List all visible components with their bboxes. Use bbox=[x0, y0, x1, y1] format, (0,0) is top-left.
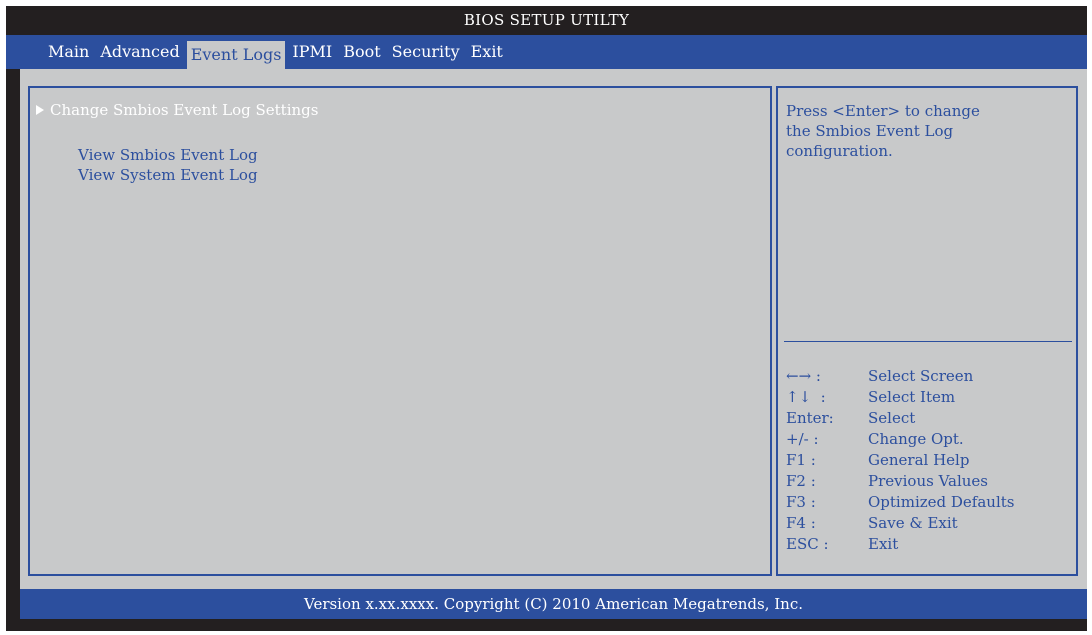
key-name: ↑↓ : bbox=[786, 388, 826, 406]
help-line: configuration. bbox=[786, 142, 893, 160]
option-label: Change Smbios Event Log Settings bbox=[50, 101, 319, 119]
key-name: F4 : bbox=[786, 514, 816, 532]
content-area: Change Smbios Event Log Settings View Sm… bbox=[20, 69, 1087, 589]
tab-boot[interactable]: Boot bbox=[339, 35, 384, 69]
key-row: F2 : Previous Values bbox=[786, 471, 1076, 492]
key-row: ESC : Exit bbox=[786, 534, 1076, 555]
key-name: F2 : bbox=[786, 472, 816, 490]
key-description: Save & Exit bbox=[868, 514, 958, 532]
tab-exit[interactable]: Exit bbox=[467, 35, 507, 69]
key-description: Exit bbox=[868, 535, 899, 553]
option-view-smbios-event-log[interactable]: View Smbios Event Log bbox=[78, 146, 258, 164]
key-description: Select Screen bbox=[868, 367, 974, 385]
key-name: Enter: bbox=[786, 409, 834, 427]
tab-advanced[interactable]: Advanced bbox=[96, 35, 183, 69]
key-row: Enter: Select bbox=[786, 408, 1076, 429]
tab-security[interactable]: Security bbox=[388, 35, 464, 69]
key-row: ↑↓ : Select Item bbox=[786, 387, 1076, 408]
help-line: the Smbios Event Log bbox=[786, 122, 954, 140]
key-row: +/- : Change Opt. bbox=[786, 429, 1076, 450]
key-name: ←→ : bbox=[786, 367, 821, 385]
submenu-pointer-icon bbox=[36, 105, 44, 115]
menu-bar: Main Advanced Event Logs IPMI Boot Secur… bbox=[6, 35, 1087, 69]
key-row: F1 : General Help bbox=[786, 450, 1076, 471]
help-line: Press <Enter> to change bbox=[786, 102, 980, 120]
option-change-smbios-event-log-settings[interactable]: Change Smbios Event Log Settings bbox=[36, 101, 318, 119]
key-description: Optimized Defaults bbox=[868, 493, 1015, 511]
help-panel: Press <Enter> to change the Smbios Event… bbox=[776, 86, 1078, 576]
window-title: BIOS SETUP UTILTY bbox=[463, 11, 630, 29]
tab-ipmi[interactable]: IPMI bbox=[288, 35, 336, 69]
key-description: General Help bbox=[868, 451, 970, 469]
key-description: Previous Values bbox=[868, 472, 988, 490]
options-panel: Change Smbios Event Log Settings View Sm… bbox=[28, 86, 772, 576]
key-description: Select bbox=[868, 409, 916, 427]
tab-main[interactable]: Main bbox=[44, 35, 93, 69]
key-description: Change Opt. bbox=[868, 430, 964, 448]
tab-event-logs[interactable]: Event Logs bbox=[186, 41, 286, 69]
help-description: Press <Enter> to change the Smbios Event… bbox=[786, 101, 1066, 161]
key-legend: ←→ : Select Screen ↑↓ : Select Item Enter:… bbox=[786, 366, 1076, 555]
key-row: F4 : Save & Exit bbox=[786, 513, 1076, 534]
version-footer: Version x.xx.xxxx. Copyright (C) 2010 Am… bbox=[20, 589, 1087, 619]
key-description: Select Item bbox=[868, 388, 956, 406]
key-name: +/- : bbox=[786, 430, 819, 448]
key-name: F3 : bbox=[786, 493, 816, 511]
bios-window: BIOS SETUP UTILTY Main Advanced Event Lo… bbox=[6, 6, 1087, 631]
key-name: ESC : bbox=[786, 535, 829, 553]
key-row: F3 : Optimized Defaults bbox=[786, 492, 1076, 513]
key-name: F1 : bbox=[786, 451, 816, 469]
key-row: ←→ : Select Screen bbox=[786, 366, 1076, 387]
help-divider bbox=[784, 341, 1072, 342]
option-view-system-event-log[interactable]: View System Event Log bbox=[78, 166, 258, 184]
